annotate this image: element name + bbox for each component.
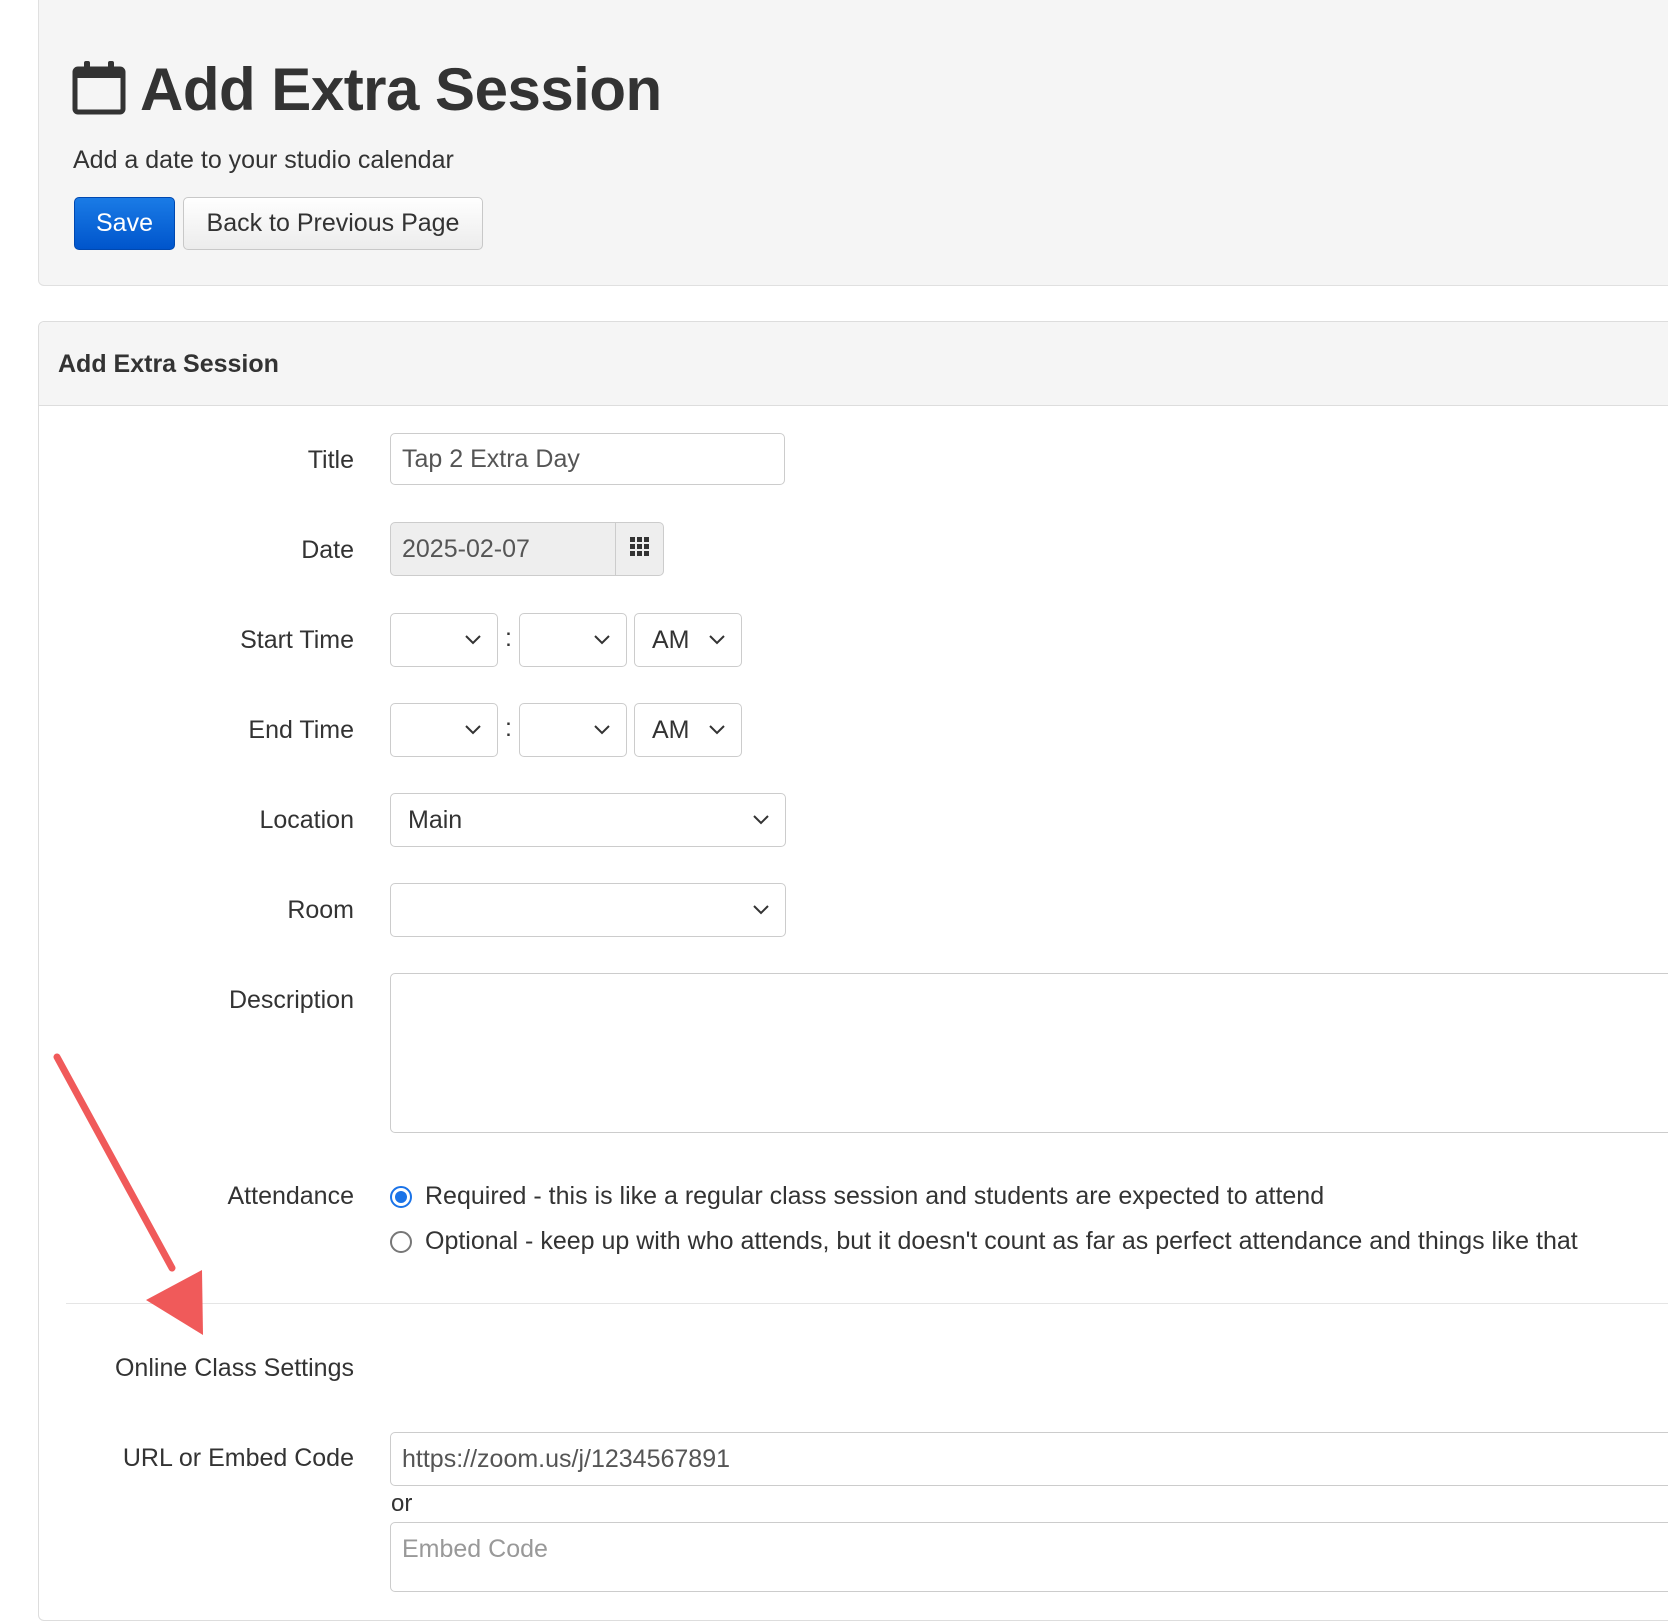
date-input[interactable]: 2025-02-07	[390, 522, 616, 576]
online-class-settings-heading: Online Class Settings	[114, 1354, 354, 1382]
location-value: Main	[408, 805, 463, 834]
attendance-required-radio[interactable]	[390, 1185, 412, 1208]
end-ampm-value: AM	[652, 715, 690, 744]
attendance-option-required[interactable]: Required - this is like a regular class …	[390, 1182, 1324, 1211]
chevron-down-icon	[753, 905, 769, 915]
room-label: Room	[287, 896, 354, 924]
chevron-down-icon	[709, 725, 725, 735]
calendar-icon	[72, 59, 126, 120]
attendance-label: Attendance	[227, 1182, 355, 1210]
page-title-text: Add Extra Session	[140, 55, 662, 123]
chevron-down-icon	[465, 725, 481, 735]
location-label: Location	[259, 806, 354, 834]
or-separator: or	[391, 1490, 413, 1517]
section-divider	[66, 1303, 1668, 1304]
title-label: Title	[307, 446, 354, 474]
form-panel-header: Add Extra Session	[39, 322, 1668, 406]
start-time-separator: :	[505, 624, 512, 652]
end-time-label: End Time	[248, 716, 354, 744]
url-embed-label: URL or Embed Code	[122, 1444, 354, 1472]
form-panel-title: Add Extra Session	[58, 350, 279, 378]
chevron-down-icon	[594, 725, 610, 735]
url-input[interactable]: https://zoom.us/j/1234567891	[390, 1432, 1668, 1486]
start-time-label: Start Time	[240, 626, 354, 654]
form-panel: Add Extra Session	[38, 321, 1668, 1621]
attendance-optional-radio[interactable]	[390, 1230, 412, 1253]
room-select[interactable]	[390, 883, 786, 937]
attendance-option-optional[interactable]: Optional - keep up with who attends, but…	[390, 1227, 1578, 1256]
end-time-separator: :	[505, 714, 512, 742]
save-button[interactable]: Save	[74, 197, 175, 250]
chevron-down-icon	[594, 635, 610, 645]
page-subtitle: Add a date to your studio calendar	[73, 146, 454, 174]
chevron-down-icon	[753, 815, 769, 825]
date-picker-button[interactable]	[615, 522, 664, 576]
chevron-down-icon	[709, 635, 725, 645]
attendance-required-text: Required - this is like a regular class …	[425, 1182, 1325, 1210]
start-hour-select[interactable]	[390, 613, 498, 667]
chevron-down-icon	[465, 635, 481, 645]
location-select[interactable]: Main	[390, 793, 786, 847]
end-minute-select[interactable]	[519, 703, 627, 757]
description-label: Description	[228, 986, 354, 1014]
title-input[interactable]: Tap 2 Extra Day	[390, 433, 785, 485]
end-ampm-select[interactable]: AM	[634, 703, 742, 757]
description-textarea[interactable]	[390, 973, 1668, 1133]
attendance-optional-text: Optional - keep up with who attends, but…	[425, 1227, 1578, 1255]
start-ampm-value: AM	[652, 625, 690, 654]
start-minute-select[interactable]	[519, 613, 627, 667]
back-to-previous-page-button[interactable]: Back to Previous Page	[183, 197, 483, 250]
start-ampm-select[interactable]: AM	[634, 613, 742, 667]
end-hour-select[interactable]	[390, 703, 498, 757]
calendar-grid-icon	[629, 537, 650, 562]
page-title: Add Extra Session	[72, 54, 662, 124]
date-label: Date	[301, 536, 354, 564]
